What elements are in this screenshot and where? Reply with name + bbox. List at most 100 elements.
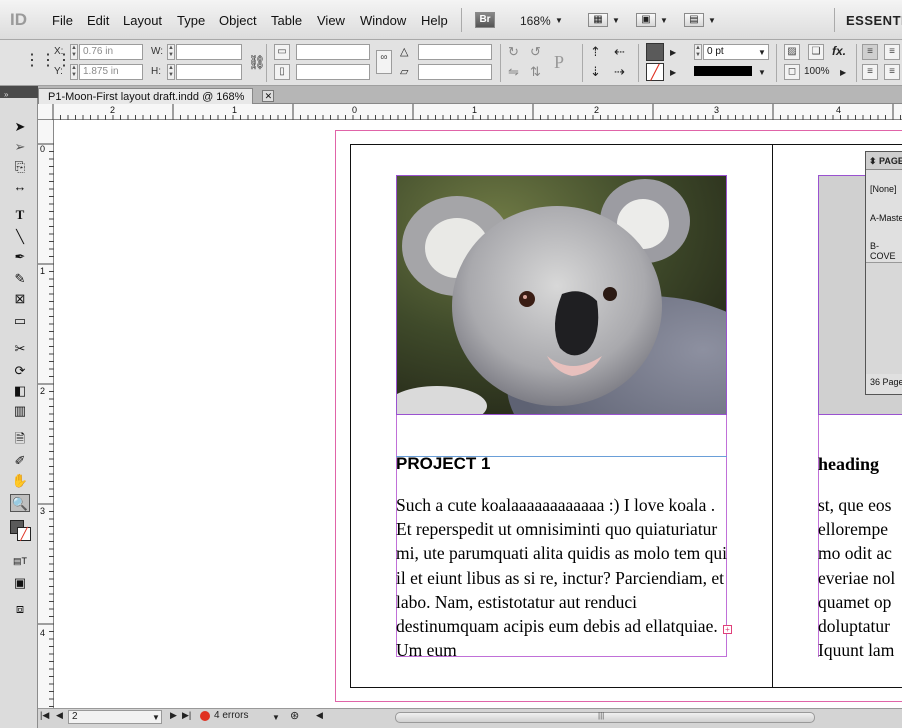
menu-type[interactable]: Type xyxy=(177,13,205,28)
pages-panel-title[interactable]: ⬍ PAGE xyxy=(866,152,902,170)
opacity-dropdown-icon[interactable]: ▶ xyxy=(840,68,846,77)
flip-horizontal-icon[interactable]: ⇋ xyxy=(508,64,519,80)
first-page-icon[interactable]: |◀ xyxy=(40,710,49,721)
rotate-field[interactable] xyxy=(418,44,492,60)
text-wrap-icon[interactable]: ▨ xyxy=(784,44,800,60)
screen-mode-dropdown-icon[interactable]: ▼ xyxy=(660,16,668,25)
scissors-tool-icon[interactable]: ✂ xyxy=(10,340,30,358)
constrain-scale-icon[interactable]: ∞ xyxy=(376,50,392,74)
zoom-dropdown-icon[interactable]: ▼ xyxy=(555,16,563,25)
preflight-dropdown-icon[interactable]: ▼ xyxy=(272,713,280,722)
flip-vertical-icon[interactable]: ⇅ xyxy=(530,64,541,80)
reference-point-icon[interactable]: ⋮⋮⋮ xyxy=(24,51,72,71)
menu-layout[interactable]: Layout xyxy=(123,13,162,28)
page-number-field[interactable]: 2 xyxy=(68,710,162,724)
preflight-status[interactable]: 4 errors xyxy=(214,710,248,721)
scrollbar-grip-icon[interactable]: ||| xyxy=(598,711,604,720)
next-page-icon[interactable]: ▶ xyxy=(170,710,177,721)
line-tool-icon[interactable]: ╲ xyxy=(10,228,30,246)
rectangle-frame-tool-icon[interactable]: ⊠ xyxy=(10,290,30,308)
scale-x-field[interactable] xyxy=(296,44,370,60)
page-dropdown-icon[interactable]: ▼ xyxy=(152,713,160,722)
hand-tool-icon[interactable]: ✋ xyxy=(10,472,30,490)
select-next-icon[interactable]: ⇢ xyxy=(614,64,625,80)
rotate-cw-icon[interactable]: ↻ xyxy=(508,44,519,60)
master-b[interactable]: B-COVE xyxy=(870,241,902,261)
drop-shadow-icon[interactable]: ❑ xyxy=(808,44,824,60)
x-stepper[interactable]: ▲ ▼ xyxy=(70,44,78,60)
zoom-level[interactable]: 168% xyxy=(520,14,551,28)
arrange-dropdown-icon[interactable]: ▼ xyxy=(708,16,716,25)
align-bottom-icon[interactable]: ≡ xyxy=(862,64,878,80)
align-center-icon[interactable]: ≡ xyxy=(884,44,900,60)
free-transform-tool-icon[interactable]: ⟳ xyxy=(10,362,30,380)
gap-tool-icon[interactable]: ↔ xyxy=(10,178,30,196)
right-page-text[interactable]: st, que eos ellorempe mo odit ac everiae… xyxy=(818,493,902,662)
project-heading[interactable]: PROJECT 1 xyxy=(396,454,490,474)
pages-thumbnails-area[interactable] xyxy=(866,262,902,374)
menu-help[interactable]: Help xyxy=(421,13,448,28)
stroke-weight-dropdown-icon[interactable]: ▼ xyxy=(758,48,766,57)
document-tab[interactable]: P1-Moon-First layout draft.indd @ 168% ✕ xyxy=(38,88,275,105)
document-canvas[interactable]: PROJECT 1 Such a cute koalaaaaaaaaaaaa :… xyxy=(54,120,902,708)
screen-mode-icon[interactable]: ▣ xyxy=(636,13,656,27)
menu-window[interactable]: Window xyxy=(360,13,406,28)
type-tool-icon[interactable]: T xyxy=(10,206,30,224)
note-tool-icon[interactable]: 🗎 xyxy=(10,430,30,448)
scroll-left-icon[interactable]: ◀ xyxy=(316,710,323,721)
normal-view-icon[interactable]: ▣ xyxy=(10,574,30,592)
x-field[interactable]: 0.76 in xyxy=(79,44,143,60)
direct-selection-tool-icon[interactable]: ➢ xyxy=(10,138,30,156)
overset-text-icon[interactable]: + xyxy=(723,625,732,634)
vertical-ruler[interactable]: 0 1 2 3 4 xyxy=(38,120,54,710)
view-options-icon[interactable]: ▦ xyxy=(588,13,608,27)
stroke-type-preview[interactable] xyxy=(694,66,752,76)
select-content-icon[interactable]: ⇣ xyxy=(590,64,601,80)
menu-file[interactable]: File xyxy=(52,13,73,28)
preflight-error-icon[interactable] xyxy=(200,711,210,721)
eyedropper-tool-icon[interactable]: ✐ xyxy=(10,452,30,470)
align-left-icon[interactable]: ≡ xyxy=(862,44,878,60)
last-page-icon[interactable]: ▶| xyxy=(182,710,191,721)
opacity-value[interactable]: 100% xyxy=(804,66,830,77)
koala-image-frame[interactable] xyxy=(396,175,727,415)
collapse-panel-icon[interactable]: » xyxy=(0,90,8,99)
scale-y-field[interactable] xyxy=(296,64,370,80)
horizontal-scrollbar[interactable] xyxy=(395,712,815,723)
right-page-heading[interactable]: heading xyxy=(818,454,879,475)
y-field[interactable]: 1.875 in xyxy=(79,64,143,80)
rotate-ccw-icon[interactable]: ↺ xyxy=(530,44,541,60)
zoom-tool-icon[interactable]: 🔍 xyxy=(10,494,30,512)
fill-swatch[interactable] xyxy=(646,43,664,61)
constrain-proportions-icon[interactable]: ⛓ xyxy=(248,54,266,71)
gradient-swatch-tool-icon[interactable]: ◧ xyxy=(10,382,30,400)
shear-field[interactable] xyxy=(418,64,492,80)
open-document-icon[interactable]: ⊛ xyxy=(290,709,299,722)
y-stepper[interactable]: ▲ ▼ xyxy=(70,64,78,80)
stroke-color-swatch[interactable]: ╱ xyxy=(17,527,31,541)
menu-edit[interactable]: Edit xyxy=(87,13,109,28)
stroke-weight-stepper[interactable]: ▲ ▼ xyxy=(694,44,702,60)
h-stepper[interactable]: ▲ ▼ xyxy=(167,64,175,80)
master-none[interactable]: [None] xyxy=(870,184,897,194)
gradient-feather-tool-icon[interactable]: ▥ xyxy=(10,402,30,420)
pencil-tool-icon[interactable]: ✎ xyxy=(10,270,30,288)
workspace-switcher[interactable]: ESSENTIA xyxy=(846,13,902,28)
select-previous-icon[interactable]: ⇠ xyxy=(614,44,625,60)
effects-icon[interactable]: fx. xyxy=(832,44,846,58)
align-right-icon[interactable]: ≡ xyxy=(884,64,900,80)
close-tab-icon[interactable]: ✕ xyxy=(262,90,275,102)
view-options-dropdown-icon[interactable]: ▼ xyxy=(612,16,620,25)
menu-table[interactable]: Table xyxy=(271,13,302,28)
fill-dropdown-icon[interactable]: ▶ xyxy=(670,48,676,57)
stroke-swatch[interactable]: ╱ xyxy=(646,63,664,81)
select-container-icon[interactable]: ⇡ xyxy=(590,44,601,60)
horizontal-ruler[interactable]: 2 1 0 1 2 3 4 xyxy=(38,104,902,120)
selection-tool-icon[interactable]: ➤ xyxy=(10,118,30,136)
w-stepper[interactable]: ▲ ▼ xyxy=(167,44,175,60)
pen-tool-icon[interactable]: ✒ xyxy=(10,248,30,266)
page-tool-icon[interactable]: ⎘ xyxy=(10,158,30,176)
body-text-frame[interactable]: Such a cute koalaaaaaaaaaaaa :) I love k… xyxy=(396,493,728,662)
menu-object[interactable]: Object xyxy=(219,13,257,28)
bridge-button[interactable]: Br xyxy=(475,12,495,28)
